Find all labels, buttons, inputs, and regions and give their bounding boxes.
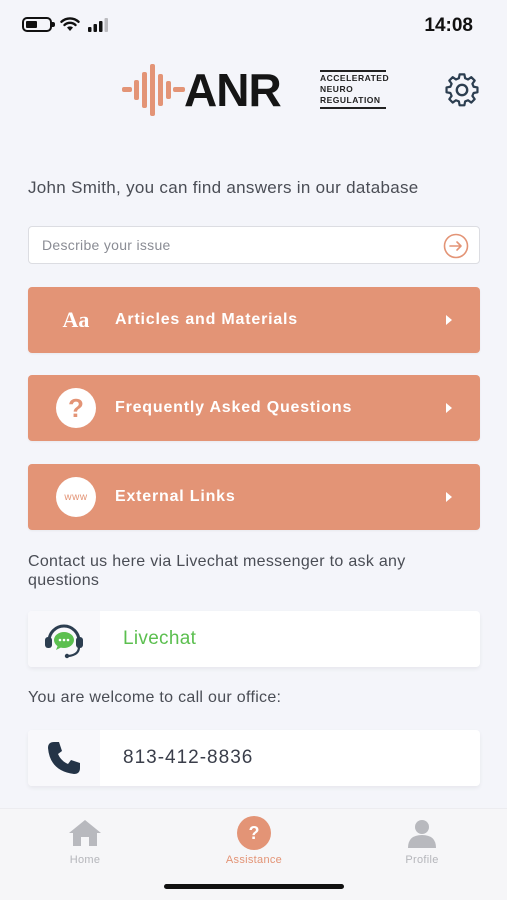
headset-chat-icon <box>45 624 83 659</box>
text-aa-icon: Aa <box>56 300 96 340</box>
phone-icon <box>48 742 80 774</box>
nav-assistance-tab[interactable]: ? Assistance <box>199 815 309 866</box>
menu-articles-button[interactable]: Aa Articles and Materials <box>28 287 480 353</box>
livechat-button[interactable]: Livechat <box>28 611 480 667</box>
gear-icon[interactable] <box>444 72 480 108</box>
status-icons <box>22 17 112 32</box>
nav-profile-label: Profile <box>405 854 439 866</box>
logo-subtitle: ACCELERATED NEURO REGULATION <box>320 70 390 109</box>
menu-faq-button[interactable]: ? Frequently Asked Questions <box>28 375 480 441</box>
chevron-right-icon <box>446 492 452 502</box>
intro-text: John Smith, you can find answers in our … <box>28 178 419 197</box>
nav-assistance-label: Assistance <box>225 854 283 866</box>
nav-home-tab[interactable]: Home <box>30 815 140 866</box>
menu-external-links-button[interactable]: www External Links <box>28 464 480 530</box>
nav-profile-tab[interactable]: Profile <box>367 815 477 866</box>
call-prompt: You are welcome to call our office: <box>28 689 282 706</box>
battery-icon <box>22 17 55 32</box>
livechat-label: Livechat <box>123 628 197 649</box>
logo-subtitle-line: NEURO <box>320 84 354 94</box>
search-bar <box>28 226 480 264</box>
chevron-right-icon <box>446 403 452 413</box>
arrow-right-circle-icon[interactable] <box>443 233 469 259</box>
livechat-icon-box <box>28 611 100 667</box>
home-icon <box>67 815 103 851</box>
question-glyph: ? <box>68 392 84 423</box>
www-glyph: www <box>64 491 88 503</box>
menu-articles-label: Articles and Materials <box>115 311 298 328</box>
user-icon <box>404 815 440 851</box>
home-indicator <box>164 884 344 889</box>
phone-call-button[interactable]: 813-412-8836 <box>28 730 480 786</box>
question-circle-icon: ? <box>56 388 96 428</box>
wifi-icon <box>60 17 80 31</box>
chevron-right-icon <box>446 315 452 325</box>
menu-external-links-label: External Links <box>115 488 236 505</box>
phone-icon-box <box>28 730 100 786</box>
status-bar: 14:08 <box>0 0 507 52</box>
search-input[interactable] <box>42 237 432 253</box>
menu-faq-label: Frequently Asked Questions <box>115 399 353 416</box>
waveform-logo-icon <box>122 64 185 116</box>
phone-number: 813-412-8836 <box>123 747 254 768</box>
status-time: 14:08 <box>424 15 473 36</box>
logo-wordmark: ANR <box>184 64 282 116</box>
text-aa-glyph: Aa <box>62 307 90 332</box>
logo-subtitle-line: REGULATION <box>320 95 381 105</box>
www-icon: www <box>56 477 96 517</box>
nav-home-label: Home <box>69 854 101 866</box>
logo-subtitle-line: ACCELERATED <box>320 73 390 83</box>
anr-logo: ANR ACCELERATED NEURO REGULATION <box>122 62 390 118</box>
question-icon: ? <box>236 815 272 851</box>
signal-icon <box>88 17 108 32</box>
livechat-prompt: Contact us here via Livechat messenger t… <box>28 553 406 589</box>
